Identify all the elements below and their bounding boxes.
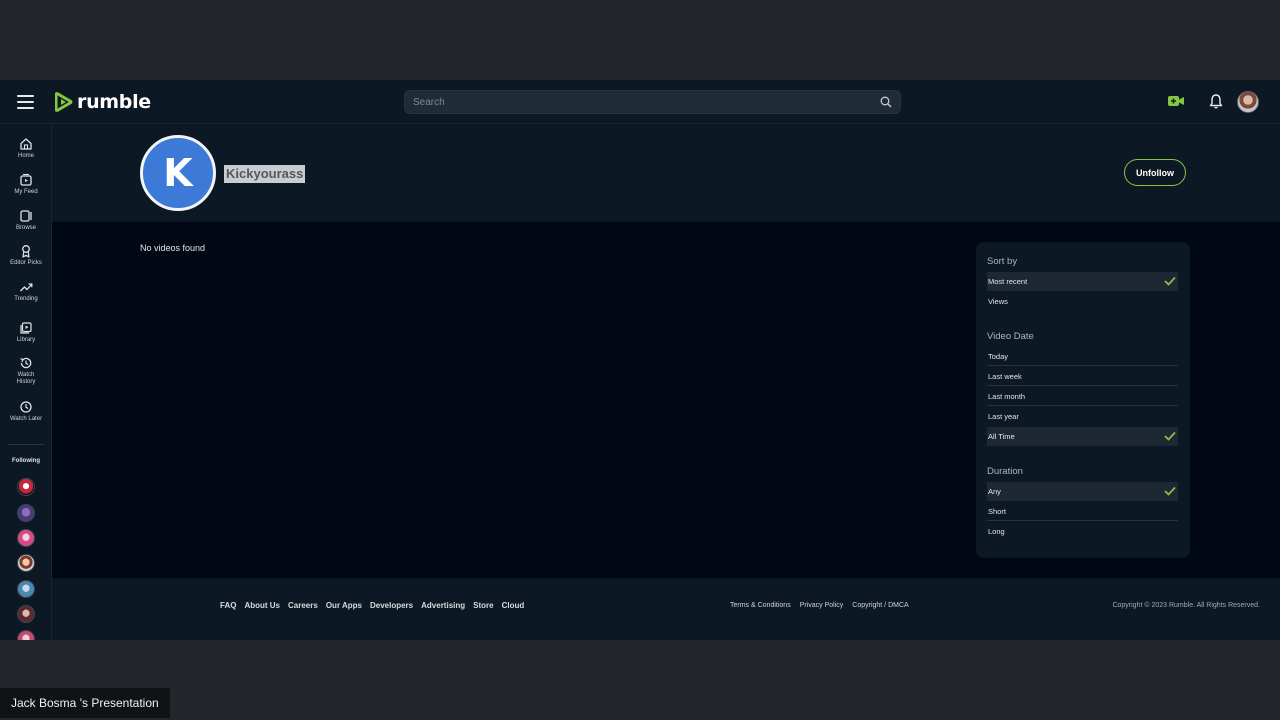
duration-option-any[interactable]: Any — [987, 482, 1178, 501]
following-channel-avatar[interactable] — [17, 630, 35, 640]
option-label: Any — [988, 487, 1001, 496]
following-channel-avatar[interactable] — [17, 478, 35, 496]
footer-link-faq[interactable]: FAQ — [220, 601, 236, 610]
option-label: Views — [988, 297, 1008, 306]
filter-panel: Sort by Most recent Views Video Date Tod… — [976, 242, 1190, 558]
footer-link-store[interactable]: Store — [473, 601, 493, 610]
left-sidebar: Home My Feed Browse Editor Picks Trendin… — [0, 124, 52, 640]
sidebar-item-label: My Feed — [14, 189, 38, 195]
sidebar-item-my-feed[interactable]: My Feed — [0, 173, 52, 196]
footer-link-careers[interactable]: Careers — [288, 601, 318, 610]
sidebar-item-home[interactable]: Home — [0, 137, 52, 160]
feed-icon — [20, 173, 32, 186]
notifications-bell-icon[interactable] — [1208, 93, 1224, 110]
clock-icon — [20, 401, 32, 413]
channel-header: K Kickyourass Unfollow — [52, 124, 1280, 222]
sidebar-item-label: Watch History — [16, 372, 36, 385]
logo-text: rumble — [77, 91, 151, 113]
award-icon — [22, 245, 30, 258]
channel-avatar: K — [140, 135, 216, 211]
top-header: rumble — [0, 80, 1280, 124]
sidebar-item-label: Browse — [15, 225, 36, 231]
history-icon — [20, 357, 32, 369]
option-label: Last month — [988, 392, 1026, 401]
footer-link-privacy[interactable]: Privacy Policy — [800, 602, 844, 609]
option-label: Most recent — [988, 277, 1028, 286]
following-channel-avatar[interactable] — [17, 504, 35, 522]
check-icon — [1164, 486, 1176, 496]
sort-by-heading: Sort by — [987, 256, 1018, 267]
footer-link-developers[interactable]: Developers — [370, 601, 413, 610]
date-option-last-week[interactable]: Last week — [987, 367, 1178, 386]
date-option-all-time[interactable]: All Time — [987, 427, 1178, 446]
rumble-play-icon — [55, 92, 73, 112]
search-input[interactable] — [413, 94, 863, 110]
footer-link-about-us[interactable]: About Us — [244, 601, 280, 610]
check-icon — [1164, 431, 1176, 441]
sort-option-views[interactable]: Views — [987, 292, 1178, 311]
browser-viewport: rumble Home My Feed — [0, 80, 1280, 640]
search-bar[interactable] — [404, 90, 901, 114]
footer-link-our-apps[interactable]: Our Apps — [326, 601, 362, 610]
sidebar-item-browse[interactable]: Browse — [0, 209, 52, 232]
video-date-heading: Video Date — [987, 331, 1034, 342]
page-footer: FAQ About Us Careers Our Apps Developers… — [52, 578, 1280, 640]
option-label: Short — [988, 507, 1006, 516]
date-option-last-month[interactable]: Last month — [987, 387, 1178, 406]
duration-option-short[interactable]: Short — [987, 502, 1178, 521]
footer-link-cloud[interactable]: Cloud — [502, 601, 525, 610]
search-icon[interactable] — [880, 96, 892, 108]
trending-icon — [20, 283, 33, 292]
option-label: All Time — [988, 432, 1015, 441]
following-heading: Following — [12, 458, 40, 464]
following-channel-avatar[interactable] — [17, 605, 35, 623]
sidebar-item-label: Library — [16, 337, 36, 343]
sidebar-item-trending[interactable]: Trending — [0, 280, 52, 303]
sidebar-item-editor-picks[interactable]: Editor Picks — [0, 244, 52, 267]
option-label: Long — [988, 527, 1005, 536]
footer-link-advertising[interactable]: Advertising — [421, 601, 465, 610]
date-option-last-year[interactable]: Last year — [987, 407, 1178, 426]
sidebar-item-label: Home — [17, 153, 34, 159]
empty-state-text: No videos found — [140, 243, 206, 253]
option-label: Today — [988, 352, 1009, 361]
footer-link-copyright-dmca[interactable]: Copyright / DMCA — [852, 602, 908, 609]
unfollow-button[interactable]: Unfollow — [1124, 159, 1186, 186]
following-channel-avatar[interactable] — [17, 554, 35, 572]
check-icon — [1164, 276, 1176, 286]
channel-name: Kickyourass — [224, 165, 306, 183]
browse-icon — [20, 210, 32, 222]
sidebar-item-label: Watch Later — [9, 416, 43, 422]
option-label: Last week — [988, 372, 1022, 381]
date-option-today[interactable]: Today — [987, 347, 1178, 366]
footer-links: FAQ About Us Careers Our Apps Developers… — [220, 601, 524, 610]
upload-video-icon[interactable] — [1167, 94, 1185, 108]
home-icon — [20, 138, 32, 150]
footer-link-terms[interactable]: Terms & Conditions — [730, 602, 791, 609]
presenter-label: Jack Bosma 's Presentation — [0, 688, 170, 718]
following-channel-avatar[interactable] — [17, 529, 35, 547]
sidebar-item-label: Trending — [14, 296, 38, 302]
sidebar-item-watch-later[interactable]: Watch Later — [0, 400, 52, 423]
following-channel-avatar[interactable] — [17, 580, 35, 598]
legal-links: Terms & Conditions Privacy Policy Copyri… — [730, 602, 909, 609]
duration-option-long[interactable]: Long — [987, 522, 1178, 541]
duration-heading: Duration — [987, 466, 1023, 477]
user-avatar[interactable] — [1237, 91, 1259, 113]
sidebar-item-watch-history[interactable]: Watch History — [0, 356, 52, 386]
copyright-text: Copyright © 2023 Rumble. All Rights Rese… — [1112, 602, 1260, 609]
channel-initial: K — [163, 151, 193, 195]
sidebar-item-library[interactable]: Library — [0, 321, 52, 344]
library-icon — [20, 322, 32, 334]
sidebar-divider — [8, 444, 44, 445]
option-label: Last year — [988, 412, 1019, 421]
sort-option-most-recent[interactable]: Most recent — [987, 272, 1178, 291]
menu-icon[interactable] — [17, 95, 34, 109]
sidebar-item-label: Editor Picks — [10, 260, 42, 266]
rumble-logo[interactable]: rumble — [55, 91, 151, 113]
